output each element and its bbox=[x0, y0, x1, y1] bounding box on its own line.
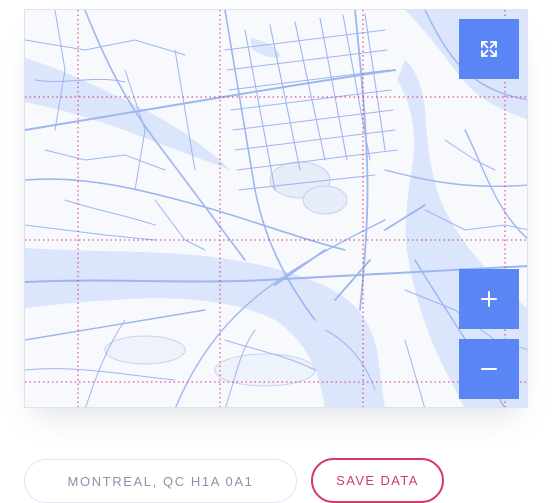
fullscreen-button[interactable] bbox=[459, 19, 519, 79]
location-field[interactable]: MONTREAL, QC H1A 0A1 bbox=[24, 459, 297, 503]
zoom-in-button[interactable] bbox=[459, 269, 519, 329]
map-canvas[interactable] bbox=[25, 10, 528, 408]
expand-icon bbox=[481, 41, 497, 57]
map-view[interactable] bbox=[24, 9, 528, 408]
plus-icon bbox=[481, 291, 497, 307]
zoom-out-button[interactable] bbox=[459, 339, 519, 399]
location-label: MONTREAL, QC H1A 0A1 bbox=[67, 473, 254, 489]
save-data-label: SAVE DATA bbox=[336, 473, 419, 488]
save-data-button[interactable]: SAVE DATA bbox=[311, 458, 444, 503]
minus-icon bbox=[481, 368, 497, 370]
